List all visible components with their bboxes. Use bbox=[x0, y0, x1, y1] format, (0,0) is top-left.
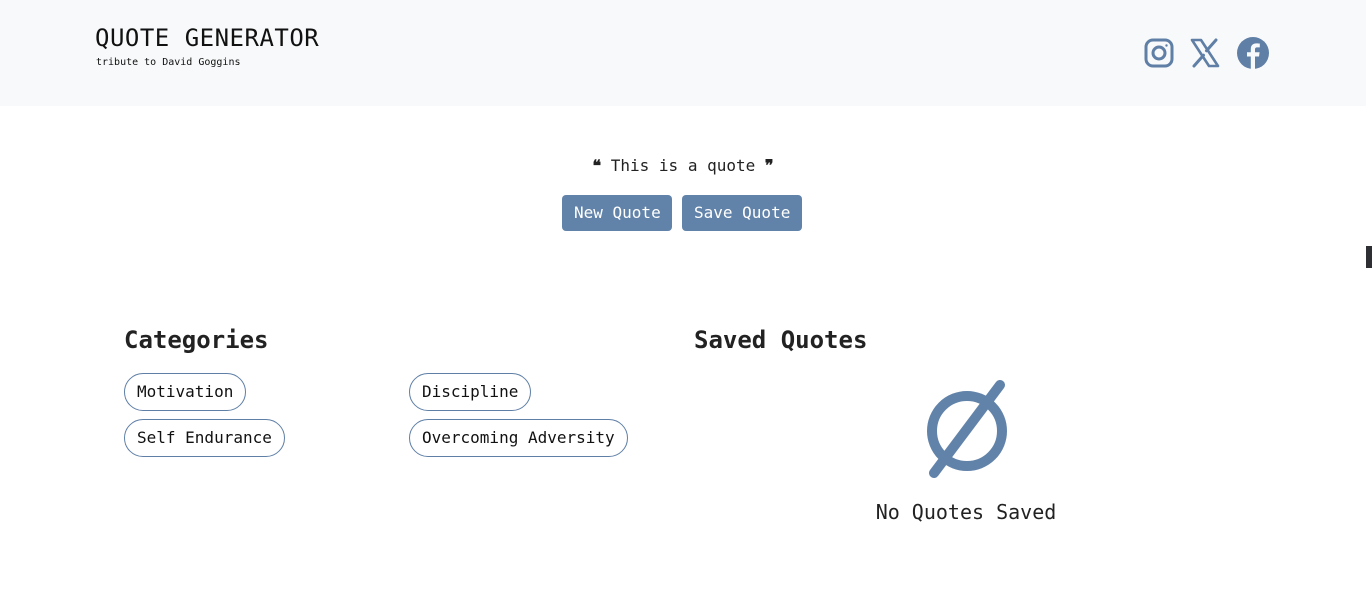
category-chip-self-endurance[interactable]: Self Endurance bbox=[124, 419, 285, 457]
category-chip-discipline[interactable]: Discipline bbox=[409, 373, 532, 411]
saved-quotes-panel: No Quotes Saved bbox=[694, 0, 1238, 606]
empty-state-text: No Quotes Saved bbox=[875, 500, 1057, 524]
scrollbar-thumb[interactable] bbox=[1366, 246, 1372, 268]
new-quote-button[interactable]: New Quote bbox=[562, 195, 672, 231]
category-chip-motivation[interactable]: Motivation bbox=[124, 373, 247, 411]
scrollbar-track[interactable] bbox=[1366, 0, 1372, 606]
category-chip-overcoming-adversity[interactable]: Overcoming Adversity bbox=[409, 419, 628, 457]
categories-heading: Categories bbox=[124, 326, 269, 354]
site-subtitle: tribute to David Goggins bbox=[96, 57, 241, 68]
site-title: QUOTE GENERATOR bbox=[95, 24, 320, 52]
open-quote-icon: ❝ bbox=[592, 156, 602, 175]
facebook-icon[interactable] bbox=[1236, 36, 1270, 70]
